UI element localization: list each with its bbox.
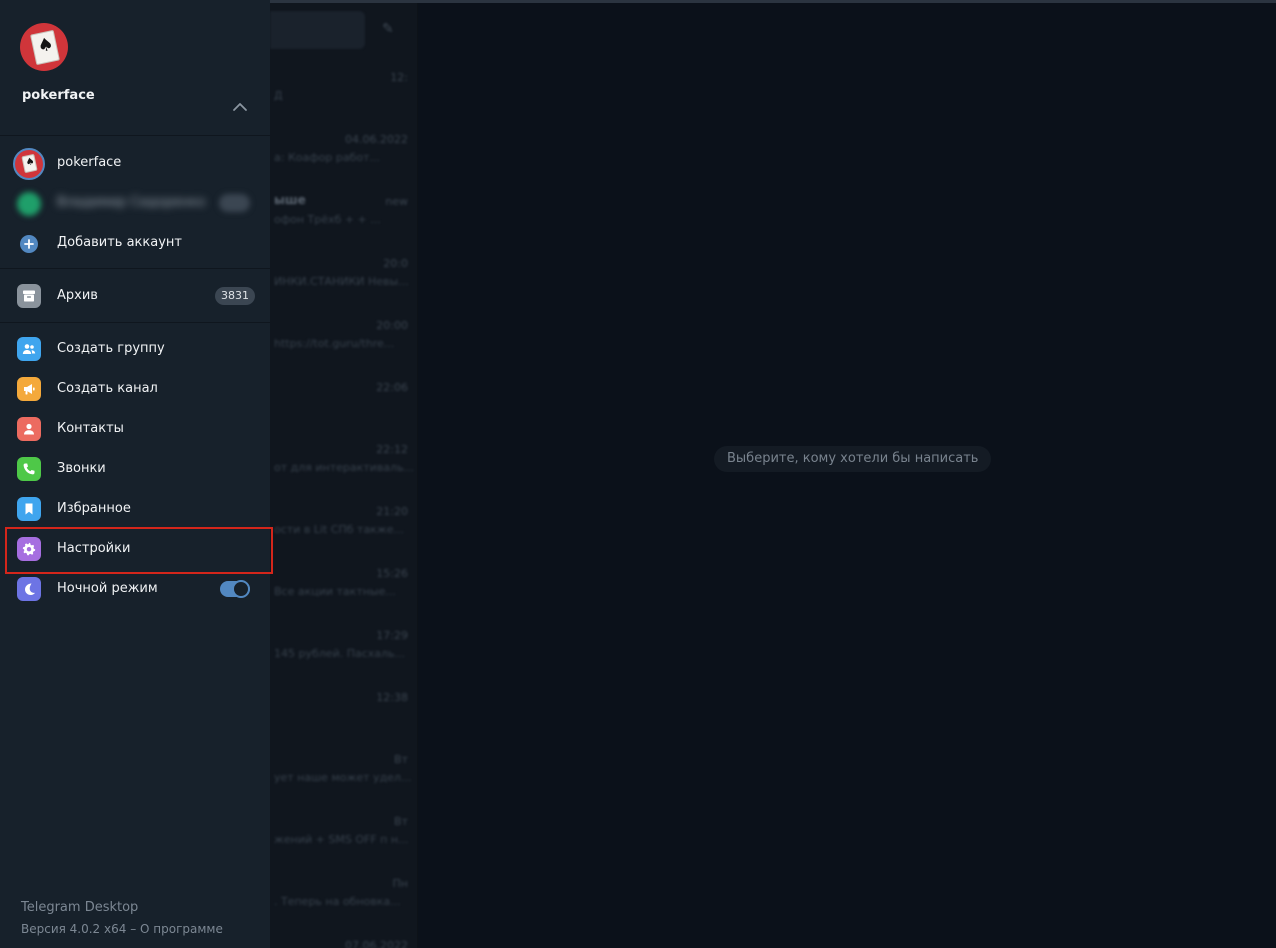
chat-list-row: 04.06.2022 а: Коафор работ...	[270, 127, 417, 189]
night-mode-toggle[interactable]	[220, 580, 250, 598]
search-field	[270, 11, 365, 49]
saved-label: Избранное	[57, 501, 131, 516]
chat-preview: Д	[274, 89, 283, 102]
account-item-pokerface[interactable]: ♠ pokerface	[0, 143, 270, 183]
chat-time: 22:12	[376, 443, 408, 456]
chat-list-row: 12:38	[270, 685, 417, 747]
chat-preview: Все акции тактные...	[274, 585, 396, 598]
chat-time: 22:06	[376, 381, 408, 394]
drawer-header: ♠ pokerface	[0, 0, 270, 136]
chat-name: ыше	[274, 193, 306, 207]
archive-label: Архив	[57, 288, 98, 303]
megaphone-icon	[17, 377, 41, 401]
chat-preview: а: Коафор работ...	[274, 151, 380, 164]
account-name: pokerface	[57, 155, 122, 170]
chat-time: new	[385, 195, 408, 208]
chat-list-row: 21:20 ости в Lit СПб также...	[270, 499, 417, 561]
settings-label: Настройки	[57, 541, 131, 556]
calls-label: Звонки	[57, 461, 106, 476]
chat-time: Пн	[392, 877, 408, 890]
avatar[interactable]: ♠	[20, 23, 68, 71]
version-line: Версия 4.0.2 x64 – О программе	[21, 922, 223, 936]
avatar	[17, 192, 41, 216]
chevron-up-icon[interactable]	[229, 96, 251, 118]
divider	[0, 322, 270, 323]
archive-count-badge: 3831	[215, 287, 255, 305]
contacts-label: Контакты	[57, 421, 124, 436]
menu-item-contacts[interactable]: Контакты	[0, 409, 270, 449]
chat-list-row: Вт ует наше может удел...	[270, 747, 417, 809]
new-channel-label: Создать канал	[57, 381, 158, 396]
plus-icon	[20, 235, 38, 253]
chat-time: Вт	[394, 815, 408, 828]
chat-time: 07.06.2022	[345, 939, 408, 948]
version-text: Версия 4.0.2 x64 –	[21, 922, 141, 936]
unread-badge	[219, 194, 250, 212]
chat-preview: офон Трёхб + + ...	[274, 213, 381, 226]
chat-preview: https://tot.guru/thre...	[274, 337, 395, 350]
chat-preview: . Теперь на обновка...	[274, 895, 401, 908]
chat-time: 12:38	[376, 691, 408, 704]
menu-item-new-channel[interactable]: Создать канал	[0, 369, 270, 409]
chat-time: 17:29	[376, 629, 408, 642]
menu-item-settings[interactable]: Настройки	[0, 529, 270, 569]
app-title: Telegram Desktop	[21, 900, 139, 915]
chat-list-row: Вт жений + SMS OFF п н...	[270, 809, 417, 871]
chat-time: 04.06.2022	[345, 133, 408, 146]
chat-preview: ует наше может удел...	[274, 771, 412, 784]
chat-list-row: ыше new офон Трёхб + + ...	[270, 189, 417, 251]
chat-preview: 145 рублей. Пасхаль...	[274, 647, 406, 660]
account-item-second[interactable]: Владимир Сидоренко	[0, 183, 270, 223]
chat-list-row: 07.06.2022	[270, 933, 417, 948]
divider	[0, 268, 270, 269]
archive-icon	[17, 284, 41, 308]
chat-time: Вт	[394, 753, 408, 766]
night-mode-label: Ночной режим	[57, 581, 158, 596]
playing-card-icon: ♠	[21, 153, 38, 174]
chat-preview: ИНКИ.СТАНИКИ Невы...	[274, 275, 409, 288]
archive-item[interactable]: Архив 3831	[0, 276, 270, 316]
compose-icon: ✎	[382, 21, 394, 37]
chat-list-row: 20:0 ИНКИ.СТАНИКИ Невы...	[270, 251, 417, 313]
chat-list-row: 20:00 https://tot.guru/thre...	[270, 313, 417, 375]
chat-time: 20:0	[383, 257, 408, 270]
chat-list-row: 12: Д	[270, 65, 417, 127]
chat-time: 21:20	[376, 505, 408, 518]
chat-time: 12:	[390, 71, 408, 84]
person-icon	[17, 417, 41, 441]
chat-preview: ости в Lit СПб также...	[274, 523, 404, 536]
toggle-knob	[232, 580, 250, 598]
group-icon	[17, 337, 41, 361]
menu-item-new-group[interactable]: Создать группу	[0, 329, 270, 369]
add-account-label: Добавить аккаунт	[57, 235, 182, 250]
menu-item-saved[interactable]: Избранное	[0, 489, 270, 529]
about-link[interactable]: О программе	[140, 922, 223, 936]
chat-list-row: Пн . Теперь на обновка...	[270, 871, 417, 933]
add-account-button[interactable]: Добавить аккаунт	[0, 223, 270, 263]
playing-card-icon: ♠	[30, 29, 60, 66]
phone-icon	[17, 457, 41, 481]
chat-list-row: 17:29 145 рублей. Пасхаль...	[270, 623, 417, 685]
main-menu-drawer: ♠ pokerface ♠ pokerface Владимир Сидорен…	[0, 0, 270, 948]
chat-preview: жений + SMS OFF п н...	[274, 833, 409, 846]
menu-item-night-mode[interactable]: Ночной режим	[0, 569, 270, 609]
chat-time: 20:00	[376, 319, 408, 332]
chat-list-row: 15:26 Все акции тактные...	[270, 561, 417, 623]
new-group-label: Создать группу	[57, 341, 165, 356]
chat-list-row: 22:12 от для интерактиваль...	[270, 437, 417, 499]
chat-area: Выберите, кому хотели бы написать	[418, 3, 1276, 948]
avatar: ♠	[13, 148, 45, 180]
bookmark-icon	[17, 497, 41, 521]
chat-time: 15:26	[376, 567, 408, 580]
account-name: Владимир Сидоренко	[57, 195, 206, 210]
empty-chat-hint: Выберите, кому хотели бы написать	[714, 446, 992, 472]
menu-item-calls[interactable]: Звонки	[0, 449, 270, 489]
gear-icon	[17, 537, 41, 561]
chat-list-row: 22:06	[270, 375, 417, 437]
profile-name: pokerface	[22, 88, 95, 103]
chat-preview: от для интерактиваль...	[274, 461, 415, 474]
moon-icon	[17, 577, 41, 601]
chat-list: ✎ 12: Д 04.06.2022 а: Коафор работ... ыше new…	[270, 3, 418, 948]
